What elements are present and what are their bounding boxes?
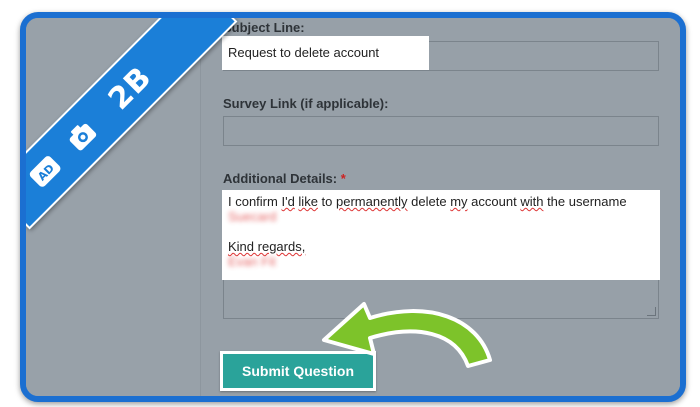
details-textarea[interactable]: I confirm I'd like to permanently delete… (222, 190, 660, 280)
details-label-text: Additional Details: (223, 171, 338, 186)
details-label: Additional Details: * (223, 171, 346, 186)
redacted-username: Suecard (228, 209, 277, 224)
brand-text: 2B (101, 59, 159, 117)
survey-label: Survey Link (if applicable): (223, 96, 389, 111)
details-line-1: I confirm I'd like to permanently delete… (228, 194, 627, 209)
required-mark: * (340, 171, 346, 186)
badge-icon: AD (29, 156, 61, 187)
survey-input[interactable] (223, 116, 659, 146)
details-blank-line (228, 224, 654, 239)
camera-icon (69, 123, 97, 151)
subject-input[interactable]: Request to delete account (222, 36, 429, 70)
redacted-name: Evan Fit (228, 254, 276, 269)
pointer-arrow-icon (322, 302, 492, 368)
details-closing: Kind regards, (228, 239, 306, 254)
resize-grip-icon[interactable] (647, 307, 656, 316)
